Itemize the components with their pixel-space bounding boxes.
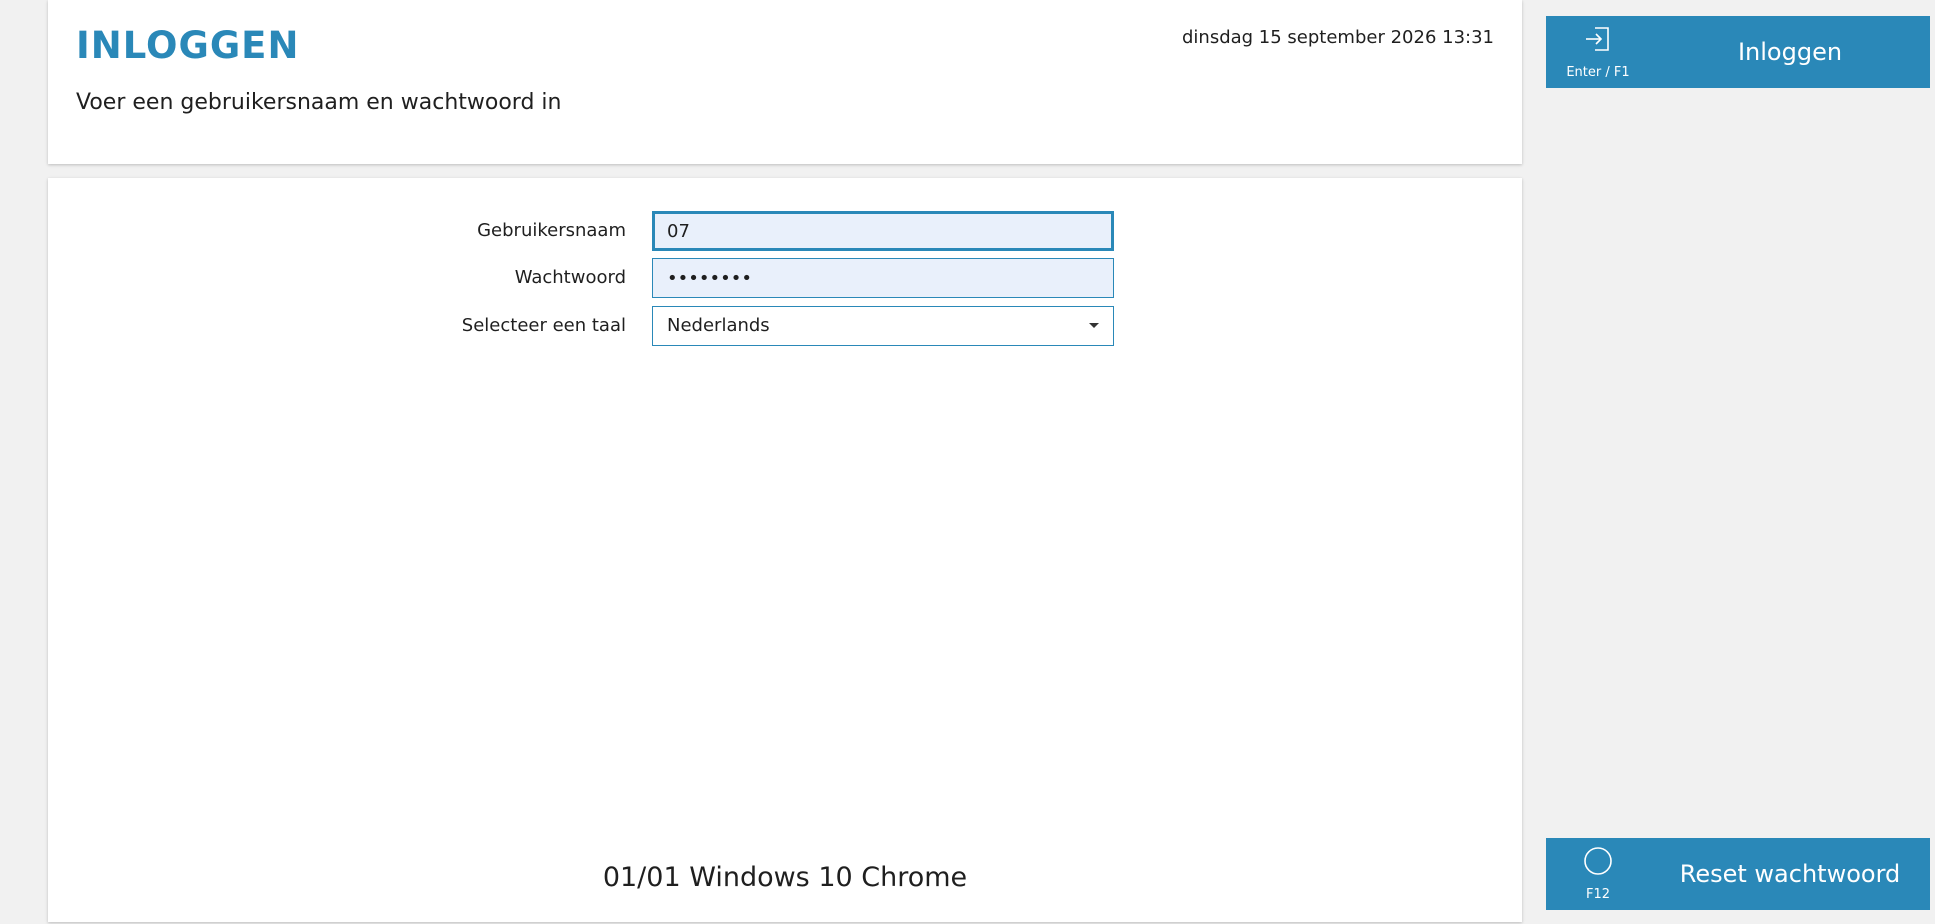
circle-icon — [1584, 847, 1612, 875]
reset-password-button[interactable]: F12 Reset wachtwoord — [1546, 838, 1930, 910]
reset-shortcut: F12 — [1585, 887, 1611, 902]
language-selected-value: Nederlands — [667, 315, 770, 336]
caret-down-icon — [1089, 323, 1099, 328]
password-row: Wachtwoord — [48, 258, 1522, 298]
language-label: Selecteer een taal — [461, 315, 626, 336]
login-button-label: Inloggen — [1737, 38, 1843, 66]
login-icon-wrap: Enter / F1 — [1546, 16, 1650, 88]
reset-icon-wrap: F12 — [1546, 838, 1650, 910]
password-input[interactable] — [652, 258, 1114, 298]
password-label: Wachtwoord — [514, 267, 626, 288]
login-button[interactable]: Enter / F1 Inloggen — [1546, 16, 1930, 88]
version-info: 01/01 Windows 10 Chrome — [602, 862, 968, 893]
username-label: Gebruikersnaam — [477, 220, 626, 241]
page-title: INLOGGEN — [76, 24, 300, 67]
login-form-panel: Gebruikersnaam Wachtwoord Selecteer een … — [48, 178, 1522, 922]
username-input[interactable] — [652, 211, 1114, 251]
username-row: Gebruikersnaam — [48, 211, 1522, 251]
page-subtitle: Voer een gebruikersnaam en wachtwoord in — [76, 90, 562, 115]
reset-button-label: Reset wachtwoord — [1679, 860, 1901, 888]
datetime-display: dinsdag 15 september 2026 13:31 — [1181, 27, 1494, 48]
login-icon — [1586, 27, 1609, 51]
header-panel: INLOGGEN Voer een gebruikersnaam en wach… — [48, 0, 1522, 164]
language-select[interactable]: Nederlands — [652, 306, 1114, 346]
login-shortcut: Enter / F1 — [1566, 65, 1630, 80]
language-row: Selecteer een taal Nederlands — [48, 306, 1522, 346]
